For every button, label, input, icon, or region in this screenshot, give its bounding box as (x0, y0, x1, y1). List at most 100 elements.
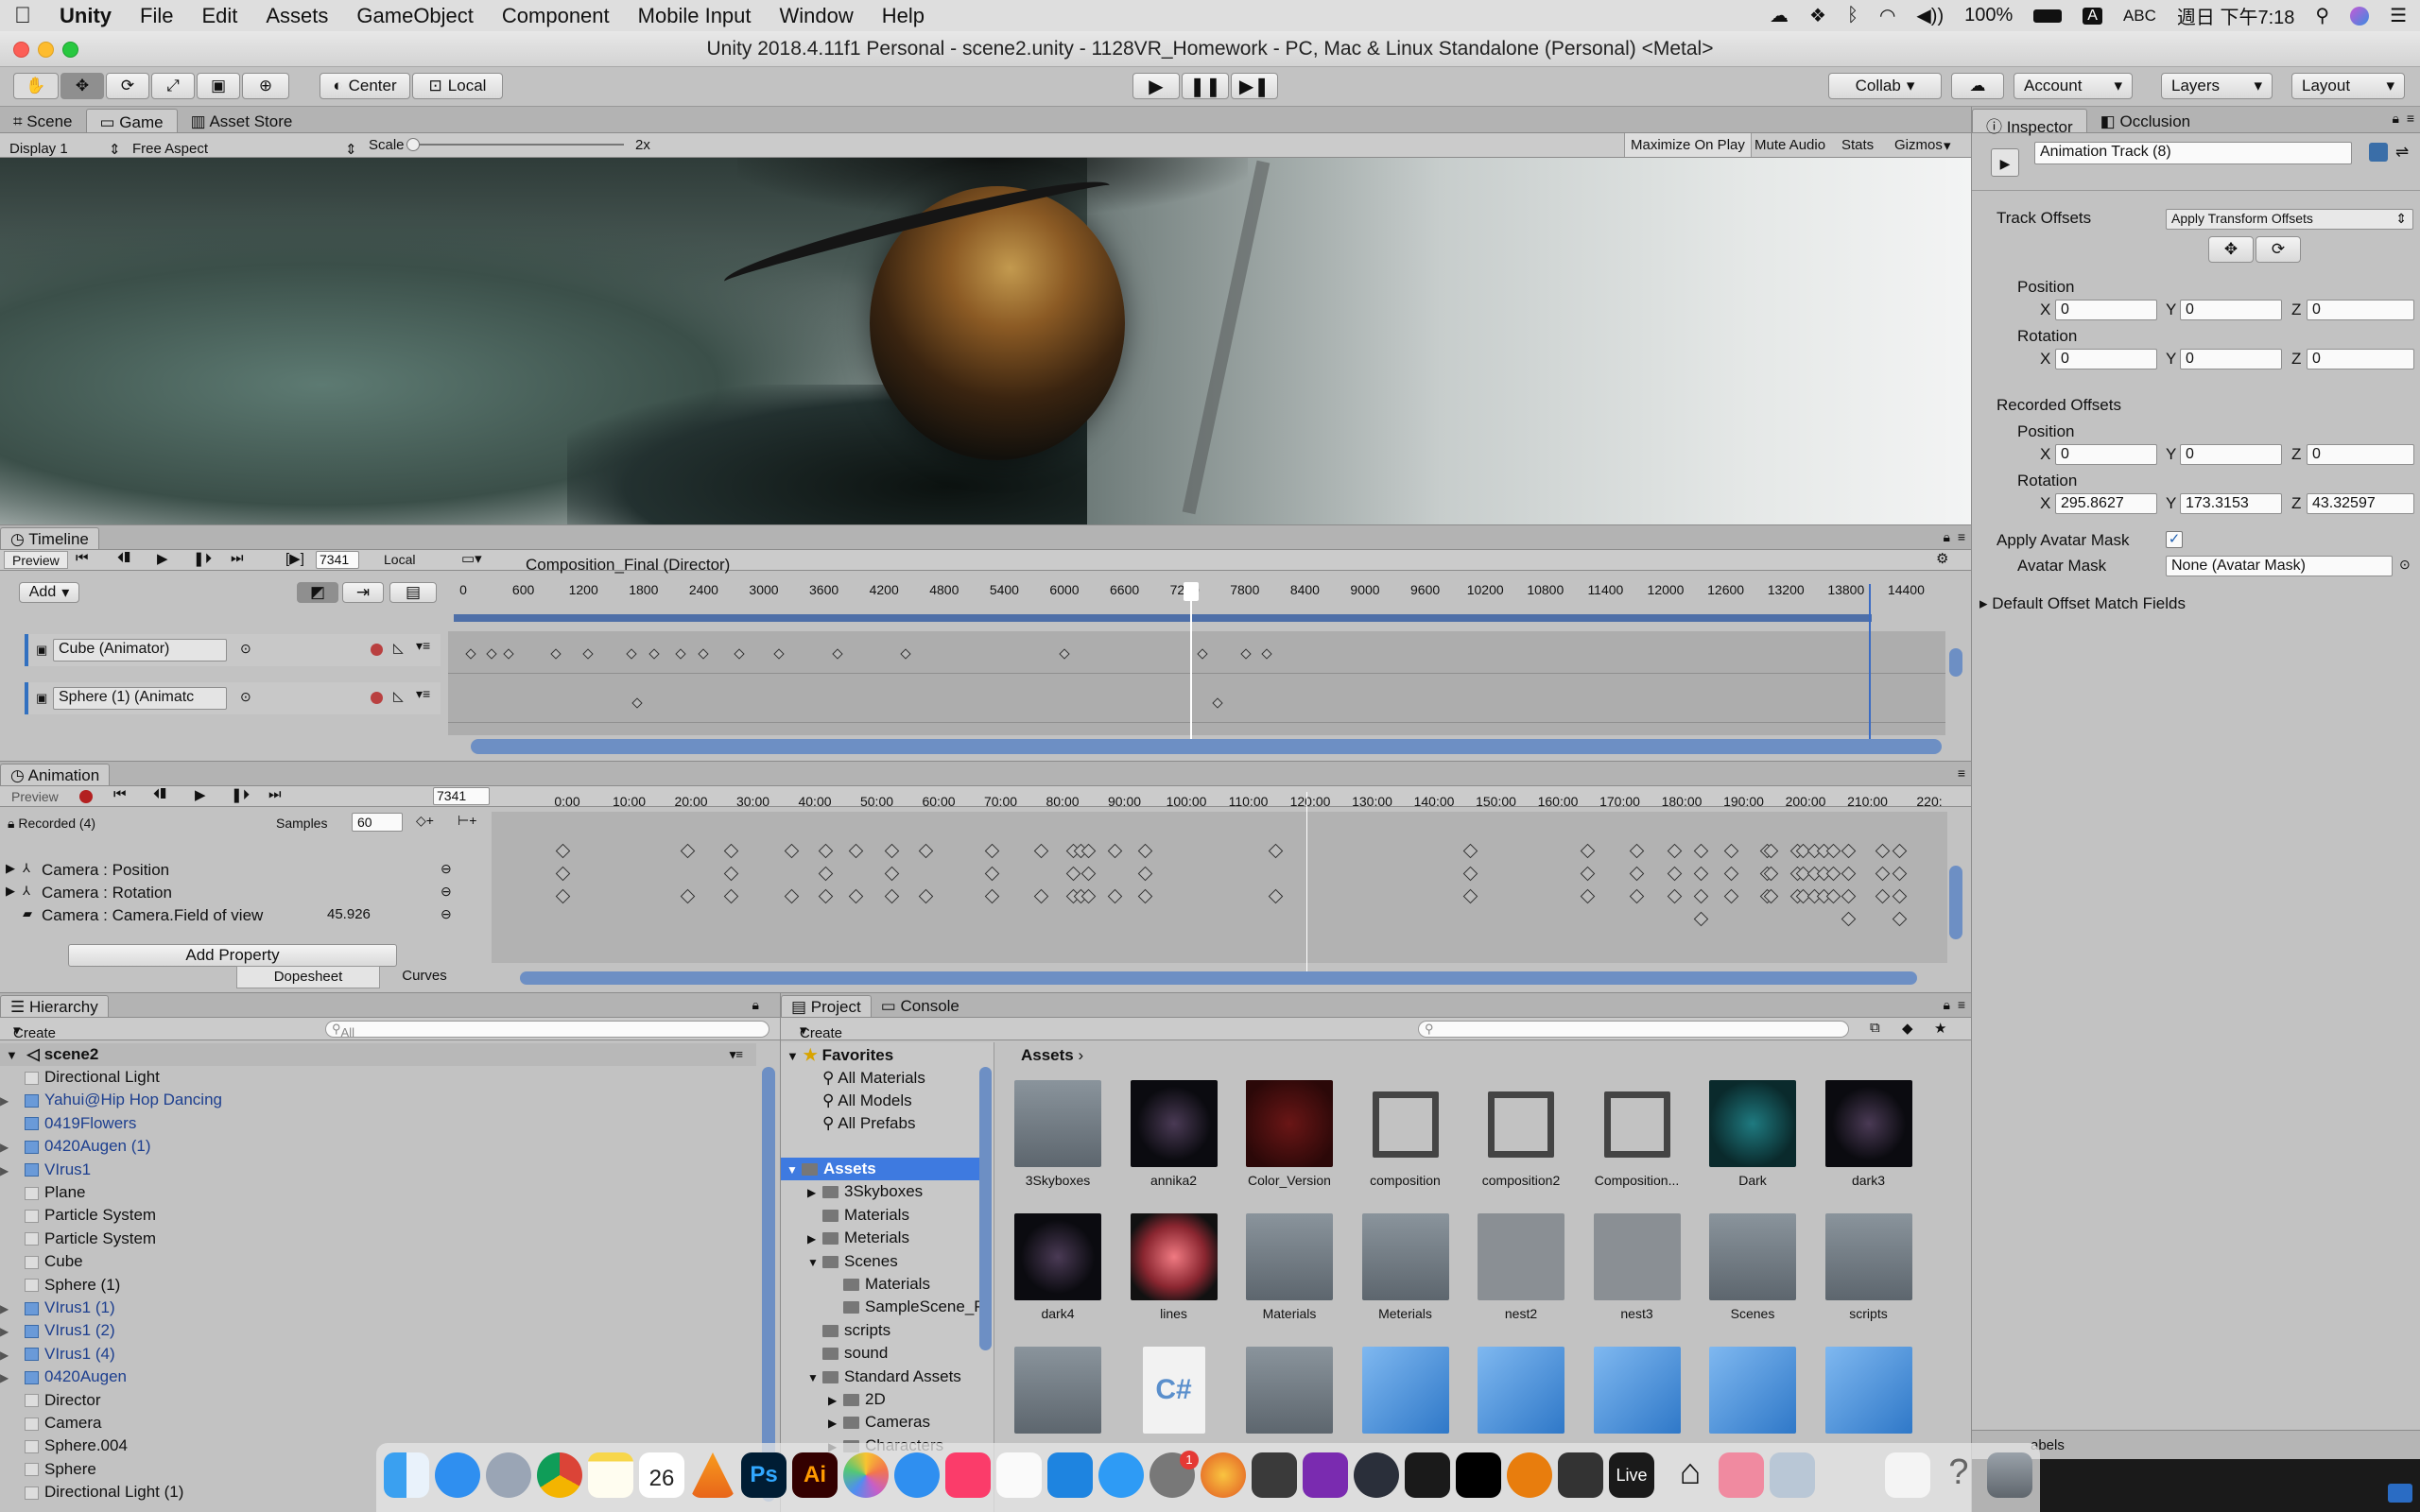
dopesheet-keyframe[interactable] (555, 866, 571, 882)
track-clips-area[interactable] (448, 631, 1945, 735)
pos-z-field[interactable]: 0 (2307, 300, 2414, 320)
animation-h-scrollbar[interactable] (520, 971, 1917, 985)
avatar-mask-field[interactable]: None (Avatar Mask) (2166, 556, 2393, 576)
timeline-keyframe[interactable] (900, 648, 911, 660)
dopesheet-keyframe[interactable] (884, 843, 900, 859)
rotate-tool-button[interactable]: ⟳ (106, 73, 149, 99)
menu-assets[interactable]: Assets (251, 4, 342, 28)
step-button[interactable]: ▶❚ (1231, 73, 1278, 99)
calendar-icon[interactable]: 26 (639, 1452, 684, 1498)
dopesheet-keyframe[interactable] (1107, 888, 1123, 904)
siri-icon[interactable] (2350, 6, 2370, 26)
timeline-keyframe[interactable] (1059, 648, 1070, 660)
animation-v-scrollbar[interactable] (1949, 866, 1962, 939)
curves-tab[interactable]: Curves (382, 966, 467, 988)
timeline-keyframe[interactable] (1197, 648, 1208, 660)
track-menu-icon[interactable]: ▾≡ (416, 638, 430, 654)
menu-mobile-input[interactable]: Mobile Input (624, 4, 766, 28)
expand-arrow-icon[interactable]: ▼ (786, 1049, 799, 1063)
track-row-cube[interactable]: ▣ Cube (Animator) ⊙ ◺ ▾≡ (25, 634, 441, 666)
project-tree-item[interactable]: SampleScene_Pr (781, 1296, 990, 1318)
play-range-button[interactable]: [▶] (285, 550, 304, 567)
safari-icon[interactable] (435, 1452, 480, 1498)
expand-arrow-icon[interactable]: ▶ (0, 1320, 19, 1343)
asset-tile[interactable] (1469, 1347, 1573, 1439)
dopesheet-keyframe[interactable] (1667, 843, 1683, 859)
curve-icon[interactable]: ◺ (393, 688, 404, 704)
help-icon[interactable]: ? (1936, 1452, 1981, 1498)
dopesheet-keyframe[interactable] (1693, 888, 1709, 904)
asset-tile[interactable] (1701, 1347, 1805, 1439)
timeline-keyframe[interactable] (675, 648, 686, 660)
asset-tile[interactable]: lines (1122, 1213, 1226, 1321)
menu-app-name[interactable]: Unity (45, 4, 126, 28)
timeline-keyframe[interactable] (465, 648, 476, 660)
animation-play-button[interactable]: ▶ (195, 786, 206, 803)
dopesheet-keyframe[interactable] (1693, 911, 1709, 927)
quicktime-icon[interactable] (1354, 1452, 1399, 1498)
project-tree-item[interactable]: ▶ Meterials (781, 1227, 981, 1249)
timeline-mode2-button[interactable]: ▤ (389, 582, 437, 603)
track-lock-icon[interactable]: ▣ (36, 691, 47, 706)
panel-menu-icon[interactable]: ≡ (2407, 111, 2414, 126)
firefox-icon[interactable] (1201, 1452, 1246, 1498)
timeline-curves-toggle[interactable]: ◩ (297, 582, 338, 603)
rot-x-field[interactable]: 0 (2055, 349, 2157, 369)
hierarchy-item[interactable]: Particle System (25, 1204, 156, 1227)
project-breadcrumb[interactable]: Assets › (1021, 1046, 1083, 1065)
input-source-label[interactable]: ABC (2123, 7, 2156, 26)
messages-icon[interactable] (894, 1452, 940, 1498)
record-track-icon[interactable] (371, 692, 383, 704)
hand-tool-button[interactable]: ✋ (13, 73, 59, 99)
dopesheet-keyframe[interactable] (680, 843, 696, 859)
timeline-playhead[interactable] (1190, 584, 1192, 747)
dopesheet-keyframe[interactable] (1462, 843, 1478, 859)
asset-tile[interactable]: C# (1122, 1347, 1226, 1439)
timeline-keyframe[interactable] (631, 697, 643, 709)
record-track-icon[interactable] (371, 644, 383, 656)
hierarchy-search[interactable]: ⚲ All (325, 1021, 769, 1040)
project-tree-item[interactable]: ▼ Scenes (781, 1250, 981, 1273)
hierarchy-create-button[interactable]: Create ▾ (13, 1022, 56, 1041)
timeline-keyframe[interactable] (582, 648, 594, 660)
document-icon[interactable] (1885, 1452, 1930, 1498)
asset-tile[interactable]: Meterials (1354, 1213, 1458, 1321)
expand-arrow-icon[interactable]: ▼ (6, 1048, 18, 1062)
track-menu-icon[interactable]: ▾≡ (416, 686, 430, 702)
asset-tile[interactable]: Scenes (1701, 1213, 1805, 1321)
dopesheet-keyframe[interactable] (848, 888, 864, 904)
hierarchy-item[interactable]: ▶ VIrus1 (2) (0, 1319, 115, 1342)
hierarchy-item[interactable]: Sphere (1) (25, 1274, 120, 1297)
launchpad-icon[interactable] (486, 1452, 531, 1498)
timeline-ruler[interactable]: 0 600 1200 1800 2400 3000 3600 4200 4800 5400 6000… (444, 578, 1957, 601)
menu-component[interactable]: Component (488, 4, 624, 28)
hierarchy-item[interactable]: Camera (25, 1412, 101, 1435)
hierarchy-item[interactable]: Sphere (25, 1458, 96, 1481)
illustrator-icon[interactable]: Ai (792, 1452, 838, 1498)
dopesheet-keyframe[interactable] (1892, 866, 1908, 882)
timeline-keyframe[interactable] (1240, 648, 1252, 660)
tab-inspector[interactable]: ⓘ Inspector (1972, 109, 2087, 136)
expand-arrow-icon[interactable]: ▼ (807, 1366, 822, 1389)
dopesheet-keyframe[interactable] (1841, 843, 1857, 859)
asset-tile[interactable]: nest2 (1469, 1213, 1573, 1321)
dopesheet-keyframe[interactable] (984, 888, 1000, 904)
dopesheet-keyframe[interactable] (1268, 843, 1284, 859)
project-tree-item[interactable]: scripts (781, 1319, 981, 1342)
filter-by-label-icon[interactable]: ◆ (1902, 1020, 1913, 1037)
rect-tool-button[interactable]: ▣ (197, 73, 240, 99)
cloud-services-button[interactable]: ☁ (1951, 73, 2004, 99)
tree-v-scrollbar[interactable] (979, 1067, 992, 1350)
app-store-icon[interactable] (1098, 1452, 1144, 1498)
scale-slider[interactable] (406, 144, 624, 146)
asset-tile[interactable]: Materials (1237, 1213, 1341, 1321)
dopesheet-keyframe[interactable] (1841, 888, 1857, 904)
dopesheet-keyframe[interactable] (1033, 843, 1049, 859)
pos-x-field[interactable]: 0 (2055, 300, 2157, 320)
dopesheet-keyframe[interactable] (1892, 843, 1908, 859)
asset-tile[interactable]: nest3 (1585, 1213, 1689, 1321)
project-search[interactable]: ⚲ (1418, 1021, 1849, 1038)
rec-pos-y-field[interactable]: 0 (2180, 444, 2282, 465)
notes-icon[interactable] (588, 1452, 633, 1498)
dopesheet-keyframe[interactable] (984, 866, 1000, 882)
